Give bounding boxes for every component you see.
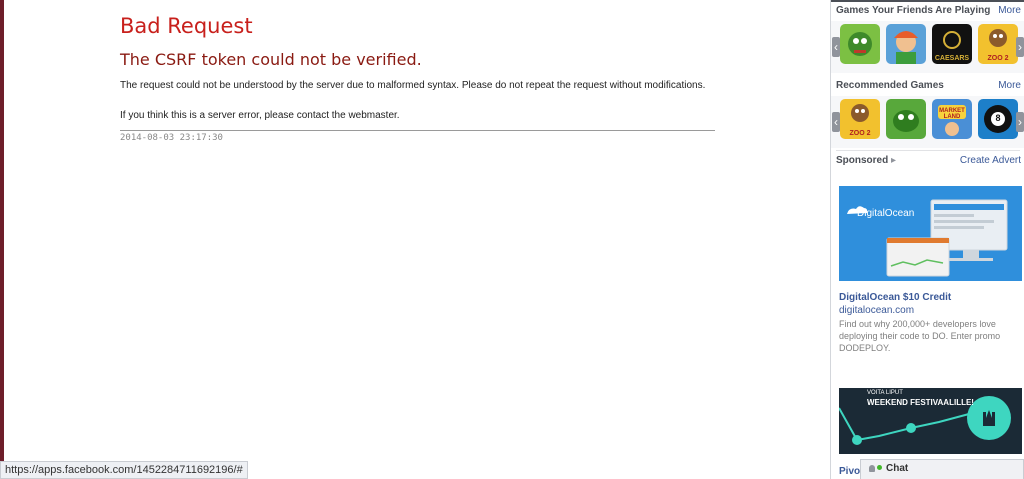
person-icon [869, 465, 875, 472]
game-tile-market-land[interactable]: MARKET LAND [932, 99, 972, 139]
chat-bar[interactable]: Chat [860, 459, 1024, 479]
game-tile-zoo-world[interactable]: ZOO 2 [978, 24, 1018, 64]
tile-label: CAESARS [934, 55, 970, 62]
digitalocean-ad-title[interactable]: DigitalOcean $10 Credit [839, 292, 951, 303]
game-character-icon [848, 32, 872, 56]
create-advert-link[interactable]: Create Advert [960, 155, 1021, 166]
digitalocean-ad-domain[interactable]: digitalocean.com [839, 305, 914, 316]
error-message: The request could not be understood by t… [120, 80, 706, 91]
sponsored-label: Sponsored [836, 155, 889, 166]
chat-label: Chat [886, 463, 909, 474]
game-character-icon [894, 31, 918, 64]
festival-ad-image[interactable]: VOITA LIPUT WEEKEND FESTIVAALILLE! [839, 388, 1022, 454]
main-content: Bad Request The CSRF token could not be … [4, 0, 830, 479]
sidebar-top-border [831, 0, 1024, 2]
tile-label: ZOO 2 [849, 130, 871, 137]
digitalocean-ad-description: Find out why 200,000+ developers love de… [839, 319, 1001, 353]
tile-label: MARKET LAND [939, 108, 965, 120]
page: Bad Request The CSRF token could not be … [0, 0, 1024, 479]
error-title: Bad Request [120, 14, 253, 38]
recommended-games-strip: ‹ ZOO 2 MARKET LAND 8 › [831, 96, 1024, 148]
tile-label: ZOO 2 [987, 55, 1009, 62]
friends-games-strip: ‹ CAESARS ZOO 2 › [831, 21, 1024, 73]
chevron-left-icon[interactable]: ‹ [832, 37, 840, 57]
game-tile[interactable] [840, 24, 880, 64]
game-tile-dragon[interactable] [886, 99, 926, 139]
game-tile-pool[interactable]: 8 [978, 99, 1018, 139]
festival-ad-headline: WEEKEND FESTIVAALILLE! [867, 398, 974, 407]
sponsored-heading: Sponsored ▸ [836, 155, 896, 166]
digitalocean-ad-illustration [847, 199, 1008, 277]
right-sidebar: Games Your Friends Are Playing More ‹ CA… [830, 0, 1024, 479]
friends-games-heading: Games Your Friends Are Playing [836, 5, 991, 16]
friends-games-more-link[interactable]: More [998, 5, 1021, 16]
megaphone-icon: ▸ [891, 155, 897, 166]
status-bar-url: https://apps.facebook.com/14522847116921… [0, 461, 248, 479]
game-tile-zoo-world[interactable]: ZOO 2 [840, 99, 880, 139]
error-subtitle: The CSRF token could not be verified. [120, 50, 422, 69]
game-tile-caesars[interactable]: CAESARS [932, 24, 972, 64]
chevron-left-icon[interactable]: ‹ [832, 112, 840, 132]
online-status-icon [877, 465, 882, 470]
festival-ad-caption[interactable]: Pivo [839, 466, 860, 477]
section-divider [836, 150, 1020, 151]
error-timestamp: 2014-08-03 23:17:30 [120, 133, 223, 143]
chevron-right-icon[interactable]: › [1016, 37, 1024, 57]
tile-label: 8 [995, 113, 1001, 123]
game-tile[interactable] [886, 24, 926, 64]
recommended-games-more-link[interactable]: More [998, 80, 1021, 91]
error-divider [120, 130, 715, 131]
dragon-character-icon [893, 110, 919, 132]
digitalocean-ad-image[interactable]: DigitalOcean [839, 186, 1022, 281]
ad-brand-label: DigitalOcean [857, 208, 915, 219]
chevron-right-icon[interactable]: › [1016, 112, 1024, 132]
recommended-games-heading: Recommended Games [836, 80, 944, 91]
error-contact: If you think this is a server error, ple… [120, 110, 400, 121]
festival-ad-top-text: VOITA LIPUT [867, 390, 903, 396]
